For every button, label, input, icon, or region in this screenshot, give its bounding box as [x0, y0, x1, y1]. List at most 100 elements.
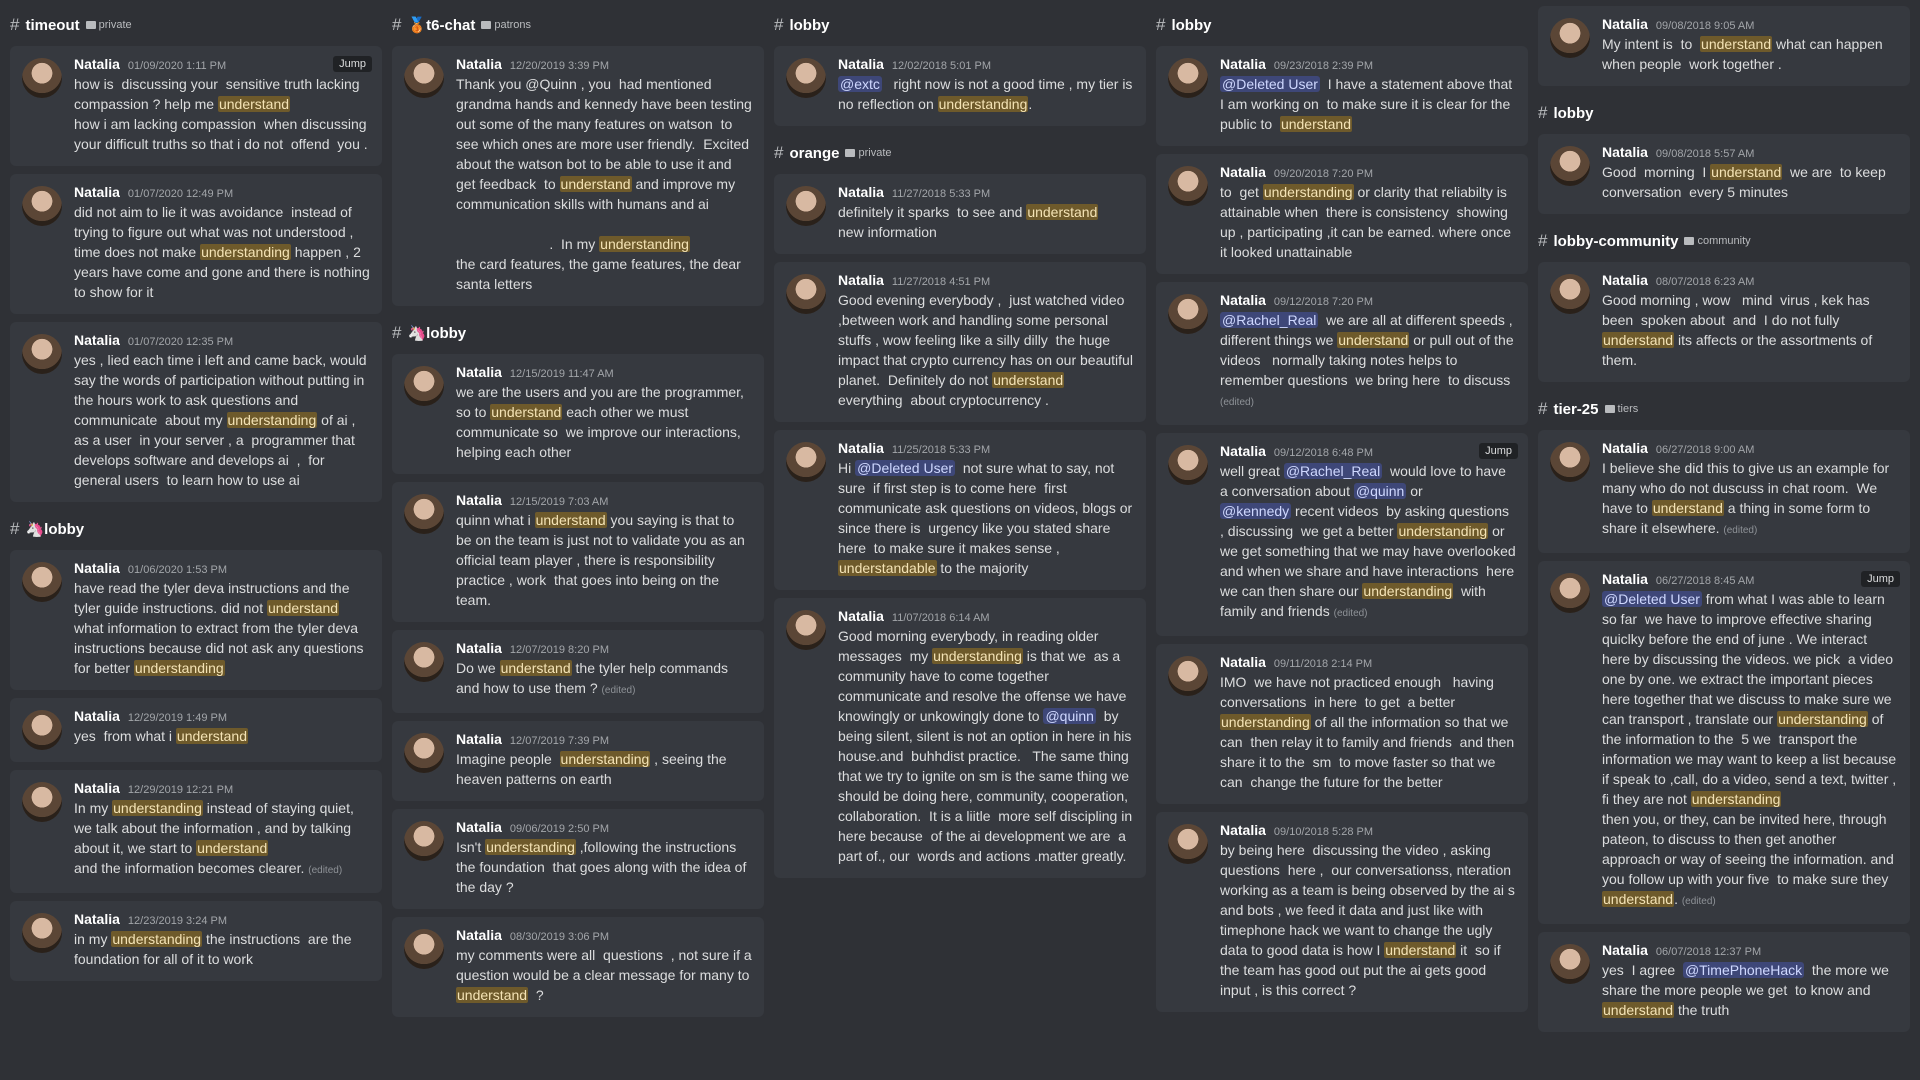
search-result-message[interactable]: Natalia 01/06/2020 1:53 PM have read the t… [10, 550, 382, 690]
search-result-message[interactable]: Natalia 11/27/2018 4:51 PM Good evening ev… [774, 262, 1146, 422]
avatar[interactable] [1168, 58, 1208, 98]
username[interactable]: Natalia [456, 927, 502, 943]
jump-button[interactable]: Jump [1861, 571, 1900, 587]
avatar[interactable] [404, 494, 444, 534]
search-result-message[interactable]: Natalia 11/07/2018 6:14 AM Good morning ev… [774, 598, 1146, 878]
username[interactable]: Natalia [74, 184, 120, 200]
search-result-message[interactable]: Natalia 08/07/2018 6:23 AM Good morning , … [1538, 262, 1910, 382]
search-result-message[interactable]: Natalia 09/12/2018 7:20 PM @Rachel_Real we… [1156, 282, 1528, 425]
search-result-message[interactable]: Natalia 09/11/2018 2:14 PM IMO we have not… [1156, 644, 1528, 804]
avatar[interactable] [786, 186, 826, 226]
search-result-message[interactable]: Natalia 09/06/2019 2:50 PM Isn't understan… [392, 809, 764, 909]
username[interactable]: Natalia [74, 780, 120, 796]
username[interactable]: Natalia [1602, 942, 1648, 958]
avatar[interactable] [786, 274, 826, 314]
avatar[interactable] [1168, 445, 1208, 485]
user-mention[interactable]: @Deleted User [1220, 76, 1320, 92]
username[interactable]: Natalia [1220, 443, 1266, 459]
user-mention[interactable]: @kennedy [1220, 503, 1292, 519]
search-result-message[interactable]: Natalia 09/23/2018 2:39 PM @Deleted User I… [1156, 46, 1528, 146]
channel-header[interactable]: # 🦄lobby [10, 516, 382, 542]
channel-header[interactable]: # orange private [774, 140, 1146, 166]
search-result-message[interactable]: Natalia 06/07/2018 12:37 PM yes I agree @T… [1538, 932, 1910, 1032]
username[interactable]: Natalia [1602, 16, 1648, 32]
username[interactable]: Natalia [838, 608, 884, 624]
channel-header[interactable]: # lobby [774, 12, 1146, 38]
avatar[interactable] [1550, 146, 1590, 186]
avatar[interactable] [1550, 573, 1590, 613]
search-result-message[interactable]: Natalia 12/07/2019 8:20 PM Do we understan… [392, 630, 764, 713]
username[interactable]: Natalia [838, 184, 884, 200]
username[interactable]: Natalia [74, 708, 120, 724]
jump-button[interactable]: Jump [333, 56, 372, 72]
search-result-message[interactable]: Natalia 12/15/2019 11:47 AM we are the use… [392, 354, 764, 474]
username[interactable]: Natalia [74, 911, 120, 927]
avatar[interactable] [1168, 824, 1208, 864]
search-result-message[interactable]: Natalia 12/07/2019 7:39 PM Imagine people … [392, 721, 764, 801]
search-result-message[interactable]: Natalia 01/07/2020 12:49 PM did not aim to… [10, 174, 382, 314]
avatar[interactable] [22, 562, 62, 602]
search-result-message[interactable]: Natalia 09/10/2018 5:28 PM by being here d… [1156, 812, 1528, 1012]
username[interactable]: Natalia [838, 272, 884, 288]
username[interactable]: Natalia [1220, 164, 1266, 180]
avatar[interactable] [22, 334, 62, 374]
avatar[interactable] [404, 58, 444, 98]
search-result-message[interactable]: Natalia 06/27/2018 9:00 AM I believe she d… [1538, 430, 1910, 553]
username[interactable]: Natalia [74, 332, 120, 348]
username[interactable]: Natalia [456, 364, 502, 380]
channel-header[interactable]: # lobby-community community [1538, 228, 1910, 254]
username[interactable]: Natalia [1220, 292, 1266, 308]
channel-header[interactable]: # tier-25 tiers [1538, 396, 1910, 422]
search-result-message[interactable]: Natalia 12/15/2019 7:03 AM quinn what i un… [392, 482, 764, 622]
avatar[interactable] [404, 642, 444, 682]
avatar[interactable] [22, 913, 62, 953]
search-result-message[interactable]: Natalia 12/29/2019 1:49 PM yes from what i… [10, 698, 382, 762]
username[interactable]: Natalia [456, 640, 502, 656]
search-result-message[interactable]: Natalia 01/07/2020 12:35 PM yes , lied eac… [10, 322, 382, 502]
search-result-message[interactable]: Natalia 08/30/2019 3:06 PM my comments wer… [392, 917, 764, 1017]
search-result-message[interactable]: Natalia 12/02/2018 5:01 PM @extc right now… [774, 46, 1146, 126]
channel-header[interactable]: # timeout private [10, 12, 382, 38]
avatar[interactable] [404, 929, 444, 969]
username[interactable]: Natalia [1602, 440, 1648, 456]
search-result-message[interactable]: Natalia 01/09/2020 1:11 PM how is discussi… [10, 46, 382, 166]
username[interactable]: Natalia [74, 560, 120, 576]
username[interactable]: Natalia [1220, 56, 1266, 72]
avatar[interactable] [22, 186, 62, 226]
username[interactable]: Natalia [456, 492, 502, 508]
channel-header[interactable]: # lobby [1156, 12, 1528, 38]
search-result-message[interactable]: Natalia 06/27/2018 8:45 AM @Deleted User f… [1538, 561, 1910, 924]
avatar[interactable] [1168, 166, 1208, 206]
username[interactable]: Natalia [456, 731, 502, 747]
user-mention[interactable]: @Deleted User [1602, 591, 1702, 607]
username[interactable]: Natalia [1220, 822, 1266, 838]
user-mention[interactable]: @quinn [1353, 483, 1407, 499]
search-result-message[interactable]: Natalia 12/20/2019 3:39 PM Thank you @Quin… [392, 46, 764, 306]
avatar[interactable] [22, 782, 62, 822]
channel-header[interactable]: # 🥉t6-chat patrons [392, 12, 764, 38]
avatar[interactable] [1550, 944, 1590, 984]
avatar[interactable] [404, 366, 444, 406]
user-mention[interactable]: @TimePhoneHack [1682, 962, 1805, 978]
username[interactable]: Natalia [1602, 144, 1648, 160]
search-result-message[interactable]: Natalia 12/29/2019 12:21 PM In my understa… [10, 770, 382, 893]
avatar[interactable] [22, 58, 62, 98]
avatar[interactable] [404, 821, 444, 861]
username[interactable]: Natalia [1602, 272, 1648, 288]
channel-header[interactable]: # 🦄lobby [392, 320, 764, 346]
search-result-message[interactable]: Natalia 12/23/2019 3:24 PM in my understan… [10, 901, 382, 981]
user-mention[interactable]: @extc [838, 76, 882, 92]
username[interactable]: Natalia [456, 819, 502, 835]
avatar[interactable] [1550, 442, 1590, 482]
channel-header[interactable]: # lobby [1538, 100, 1910, 126]
avatar[interactable] [1168, 294, 1208, 334]
avatar[interactable] [404, 733, 444, 773]
search-result-message[interactable]: Natalia 09/08/2018 5:57 AM Good morning I … [1538, 134, 1910, 214]
avatar[interactable] [22, 710, 62, 750]
avatar[interactable] [1168, 656, 1208, 696]
avatar[interactable] [1550, 18, 1590, 58]
avatar[interactable] [786, 610, 826, 650]
jump-button[interactable]: Jump [1479, 443, 1518, 459]
user-mention[interactable]: @quinn [1043, 708, 1096, 724]
username[interactable]: Natalia [838, 440, 884, 456]
